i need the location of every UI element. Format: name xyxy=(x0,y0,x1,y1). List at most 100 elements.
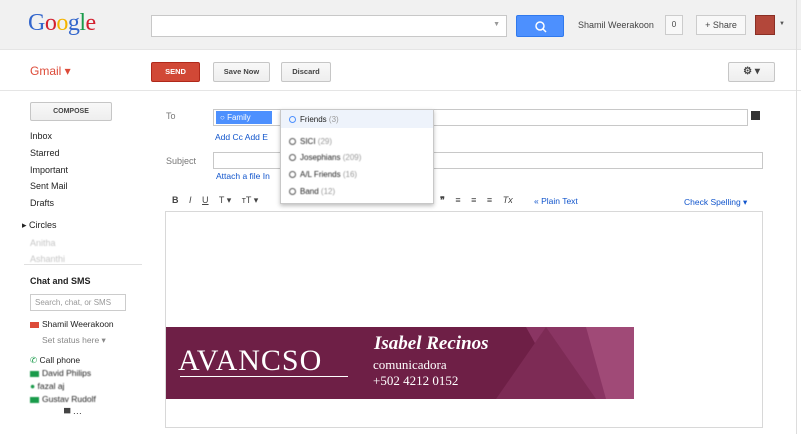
share-button[interactable]: + Share xyxy=(696,15,746,35)
signature-name: Isabel Recinos xyxy=(374,333,489,354)
subject-label: Subject xyxy=(166,156,197,166)
circles-dropdown: Friends (3) SICI (29) Josephians (209) A… xyxy=(280,109,434,204)
circle-icon xyxy=(289,154,296,161)
underline-icon[interactable]: U xyxy=(202,195,209,205)
compose-button[interactable]: COMPOSE xyxy=(30,102,112,121)
to-label: To xyxy=(166,111,176,121)
dropdown-item-label: A/L Friends xyxy=(300,170,341,179)
attach-link[interactable]: Attach a file In xyxy=(216,171,270,181)
contact-item[interactable]: Gustav Rudolf xyxy=(30,394,96,404)
dropdown-item-count: (29) xyxy=(317,137,333,146)
remove-format-icon[interactable]: Tx xyxy=(503,195,513,205)
recipient-chip-label: Family xyxy=(227,113,251,122)
scrollbar[interactable] xyxy=(796,0,797,434)
sidebar-item-sent[interactable]: Sent Mail xyxy=(30,181,68,191)
sidebar-circle-item[interactable]: Ashanthi xyxy=(30,254,65,264)
chat-bottom-icons: ▀ ⋯ xyxy=(64,408,82,419)
format-toolbar: B I U T ▾ ᴛT ▾ xyxy=(172,195,266,206)
chat-user-name: Shamil Weerakoon xyxy=(42,319,114,329)
video-icon xyxy=(30,396,39,403)
notification-count[interactable]: 0 xyxy=(665,15,683,35)
plain-text-link[interactable]: « Plain Text xyxy=(534,196,578,206)
contact-name: Gustav Rudolf xyxy=(42,394,96,404)
contact-item[interactable]: David Philips xyxy=(30,368,91,378)
chat-bubble-icon[interactable]: ▀ xyxy=(64,408,70,418)
font-size-icon[interactable]: ᴛT ▾ xyxy=(242,195,258,205)
check-spelling-link[interactable]: Check Spelling ▾ xyxy=(684,197,747,208)
italic-icon[interactable]: I xyxy=(189,195,192,205)
sidebar-item-drafts[interactable]: Drafts xyxy=(30,198,54,208)
search-button[interactable] xyxy=(516,15,564,37)
settings-button[interactable]: ⚙ ▾ xyxy=(728,62,775,82)
video-icon xyxy=(30,370,39,377)
avatar[interactable] xyxy=(755,15,775,35)
dropdown-item-count: (209) xyxy=(342,153,362,162)
google-logo[interactable]: Google xyxy=(28,10,96,37)
contact-name: fazal aj xyxy=(37,381,65,391)
dropdown-item-label: Band xyxy=(300,187,319,196)
insert-label[interactable]: In xyxy=(263,171,270,181)
save-button[interactable]: Save Now xyxy=(213,62,270,82)
format-toolbar-right: ❞ ≡ ≡ ≡ Tx xyxy=(440,195,521,206)
dropdown-item-count: (16) xyxy=(342,170,358,179)
chevron-down-icon[interactable]: ▼ xyxy=(779,21,785,27)
send-button[interactable]: SEND xyxy=(151,62,200,82)
quote-icon[interactable]: ❞ xyxy=(440,195,445,205)
call-phone[interactable]: ✆ Call phone xyxy=(30,355,80,366)
signature-role: comunicadora xyxy=(373,357,447,372)
status-select[interactable]: Set status here ▾ xyxy=(42,335,106,346)
dropdown-item-label: Josephians xyxy=(300,153,341,162)
align-right-icon[interactable]: ≡ xyxy=(487,195,492,205)
align-left-icon[interactable]: ≡ xyxy=(455,195,460,205)
circle-icon xyxy=(289,171,296,178)
action-bar xyxy=(0,51,801,91)
sidebar-item-inbox[interactable]: Inbox xyxy=(30,131,52,141)
chat-user[interactable]: Shamil Weerakoon xyxy=(30,319,114,329)
recipient-chip[interactable]: ○ Family xyxy=(216,111,272,124)
sidebar-circle-item[interactable]: Anitha xyxy=(30,238,56,248)
more-icon[interactable]: ⋯ xyxy=(73,408,82,418)
user-name[interactable]: Shamil Weerakoon xyxy=(578,20,654,30)
chevron-down-icon[interactable]: ▼ xyxy=(493,21,500,28)
divider xyxy=(24,264,142,265)
dropdown-item-count: (3) xyxy=(328,115,339,124)
sidebar-item-starred[interactable]: Starred xyxy=(30,148,60,158)
add-cc-label[interactable]: Add Cc xyxy=(215,132,243,142)
call-phone-label: Call phone xyxy=(39,355,81,365)
circle-icon xyxy=(289,138,296,145)
dropdown-item[interactable]: Josephians (209) xyxy=(289,153,361,162)
search-icon xyxy=(535,21,547,33)
divider xyxy=(180,376,348,377)
sidebar-item-important[interactable]: Important xyxy=(30,165,68,175)
contacts-icon[interactable] xyxy=(751,111,760,120)
search-input[interactable]: ▼ xyxy=(151,15,507,37)
align-center-icon[interactable]: ≡ xyxy=(471,195,476,205)
signature-brand: AVANCSO xyxy=(178,344,323,377)
dropdown-item-label: SICI xyxy=(300,137,316,146)
contact-item[interactable]: ● fazal aj xyxy=(30,381,64,391)
dropdown-item-label: Friends xyxy=(300,115,327,124)
discard-button[interactable]: Discard xyxy=(281,62,331,82)
gmail-menu[interactable]: Gmail ▾ xyxy=(30,64,71,78)
attach-label[interactable]: Attach a file xyxy=(216,171,260,181)
signature-banner: AVANCSO Isabel Recinos comunicadora +502… xyxy=(166,327,634,399)
dropdown-item-count: (12) xyxy=(320,187,336,196)
dropdown-item-friends[interactable]: Friends (3) xyxy=(289,115,339,124)
bold-icon[interactable]: B xyxy=(172,195,179,205)
add-bcc-label[interactable]: Add E xyxy=(245,132,268,142)
add-cc-link[interactable]: Add Cc Add E xyxy=(215,132,268,142)
signature-phone: +502 4212 0152 xyxy=(373,373,459,388)
dropdown-item[interactable]: Band (12) xyxy=(289,187,335,196)
circle-icon: ○ xyxy=(220,113,228,122)
chat-title: Chat and SMS xyxy=(30,276,91,286)
circle-icon xyxy=(289,188,296,195)
online-icon: ● xyxy=(30,381,38,391)
dropdown-item[interactable]: A/L Friends (16) xyxy=(289,170,357,179)
font-icon[interactable]: T ▾ xyxy=(219,195,231,205)
circle-icon xyxy=(289,116,296,123)
video-icon xyxy=(30,321,39,328)
contact-name: David Philips xyxy=(42,368,92,378)
dropdown-item[interactable]: SICI (29) xyxy=(289,137,332,146)
chat-search-input[interactable]: Search, chat, or SMS xyxy=(30,294,126,311)
sidebar-item-circles[interactable]: ▸ Circles xyxy=(22,220,57,231)
